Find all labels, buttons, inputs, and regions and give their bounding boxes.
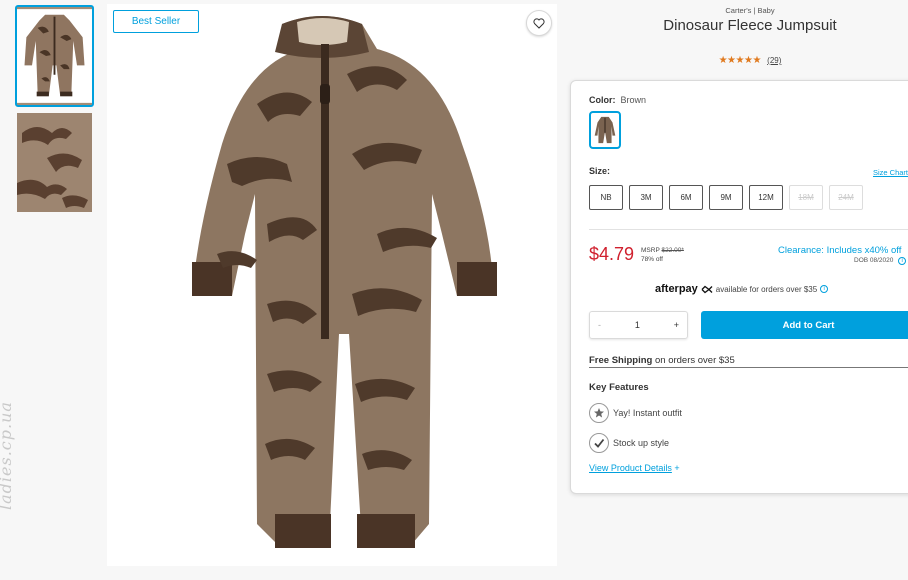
size-option-12m[interactable]: 12M — [749, 185, 783, 210]
product-title: Dinosaur Fleece Jumpsuit — [663, 17, 837, 34]
afterpay-info-icon[interactable]: i — [820, 285, 829, 293]
size-option-18m: 18M — [789, 185, 823, 210]
size-option-3m[interactable]: 3M — [629, 185, 663, 210]
thumbnail-detail[interactable] — [17, 113, 92, 212]
shipping-info: Free Shipping on orders over $35 — [589, 355, 735, 366]
expand-plus-icon: + — [674, 463, 680, 473]
sale-price: $4.79 — [589, 244, 635, 264]
quantity-decrease-button[interactable]: - — [598, 320, 601, 330]
size-label: Size: — [589, 166, 611, 176]
afterpay-arrows-icon — [701, 285, 713, 293]
quantity-increase-button[interactable]: + — [674, 320, 679, 330]
product-brand[interactable]: Carter's | Baby — [600, 6, 900, 15]
size-option-24m: 24M — [829, 185, 863, 210]
clearance-text: Clearance: Includes x40% off — [778, 245, 902, 256]
purchase-panel: Color: Brown Size: Size Chart NB 3M 6M 9… — [570, 80, 908, 494]
info-icon[interactable]: i — [898, 257, 907, 265]
color-swatch-brown[interactable] — [589, 111, 621, 149]
msrp-block: MSRP $22.00* 78% off — [641, 247, 684, 263]
watermark: ladies.cp.ua — [0, 401, 15, 510]
product-page: Best Seller ladies.cp.ua Carter's | Baby… — [0, 0, 908, 580]
key-features-title: Key Features — [589, 382, 649, 393]
heart-icon — [533, 17, 545, 29]
view-product-details-link[interactable]: View Product Details + — [589, 463, 680, 473]
swatch-image — [594, 116, 616, 144]
divider — [589, 229, 908, 230]
color-value: Brown — [620, 95, 647, 105]
afterpay-message: afterpay available for orders over $35 i — [655, 283, 829, 295]
thumbnail-front[interactable] — [15, 5, 94, 107]
fabric-detail-image — [17, 113, 92, 212]
size-chart-link[interactable]: Size Chart — [873, 168, 908, 177]
size-option-9m[interactable]: 9M — [709, 185, 743, 210]
jumpsuit-image — [107, 4, 557, 566]
quantity-input[interactable]: 1 — [635, 320, 640, 330]
jumpsuit-thumbnail-image — [17, 9, 92, 103]
afterpay-logo: afterpay — [655, 283, 698, 295]
quantity-stepper: - 1 + — [589, 311, 688, 339]
size-option-nb[interactable]: NB — [589, 185, 623, 210]
key-feature-item: Yay! Instant outfit — [589, 403, 682, 423]
star-badge-icon — [589, 403, 609, 423]
key-feature-item: Stock up style — [589, 433, 669, 453]
checkmark-icon — [589, 433, 609, 453]
reviews-count-link[interactable]: (29) — [767, 56, 781, 65]
product-rating[interactable]: ★★★★★ (29) — [600, 55, 900, 66]
add-to-cart-button[interactable]: Add to Cart — [701, 311, 908, 339]
main-product-image[interactable] — [107, 4, 557, 566]
size-option-6m[interactable]: 6M — [669, 185, 703, 210]
star-rating-icon: ★★★★★ — [718, 55, 762, 66]
color-label: Color: Brown — [589, 95, 647, 105]
divider — [589, 367, 908, 368]
wishlist-button[interactable] — [526, 10, 552, 36]
dob-text: DOB 08/2020 i — [854, 257, 907, 265]
discount-text: 78% off — [641, 256, 663, 263]
best-seller-badge: Best Seller — [113, 10, 199, 33]
msrp-value: $22.00* — [661, 247, 684, 254]
